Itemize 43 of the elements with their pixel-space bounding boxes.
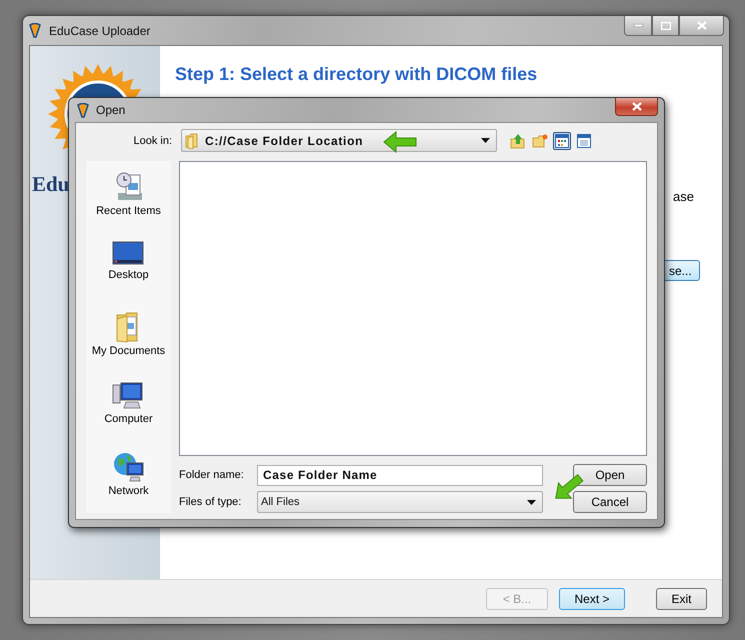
step-heading: Step 1: Select a directory with DICOM files [175,64,538,85]
computer-icon [112,381,144,411]
toolbar-button[interactable] [553,132,571,150]
logo-text: Edu [32,172,70,197]
place-item[interactable]: Network [108,451,149,503]
new-folder-icon [532,132,548,148]
close-button[interactable] [615,98,658,116]
partial-text: ase [673,189,694,204]
place-item[interactable]: My Documents [92,311,166,363]
close-icon [632,102,642,111]
wizard-button[interactable]: Exit [656,588,707,610]
desktop-icon [112,241,144,267]
look-in-label: Look in: [132,134,172,146]
window-title: EduCase Uploader [49,24,150,38]
maximize-button[interactable] [652,16,679,36]
close-icon [696,21,706,30]
close-button[interactable] [679,16,724,36]
folder-icon [185,132,199,148]
folder-name-field[interactable]: Case Folder Name [257,464,543,486]
place-item[interactable]: Computer [104,381,153,433]
details-view-icon [577,134,591,148]
caret-icon [481,138,490,143]
place-item[interactable]: Desktop [108,241,149,293]
folder-name-label: Folder name: [179,469,245,481]
toolbar-button[interactable] [575,132,593,150]
list-view-icon [555,134,569,148]
file-type-dropdown[interactable]: All Files [257,491,543,513]
place-item[interactable]: Recent Items [96,171,161,223]
app-icon [29,23,41,38]
network-globe-icon [112,451,144,483]
clock-document-icon [114,171,144,203]
maximize-icon [660,22,670,30]
wizard-button[interactable]: Next > [559,588,625,610]
minimize-icon [634,24,642,27]
open-button[interactable]: Open [573,464,647,486]
look-in-dropdown[interactable]: C://Case Folder Location [181,129,497,152]
up-folder-icon [510,132,526,148]
dialog-title: Open [96,103,126,117]
minimize-button[interactable] [624,16,652,36]
caret-icon [527,500,536,504]
app-icon [77,102,89,118]
files-of-type-label: Files of type: [179,496,242,508]
cancel-button[interactable]: Cancel [573,491,647,513]
